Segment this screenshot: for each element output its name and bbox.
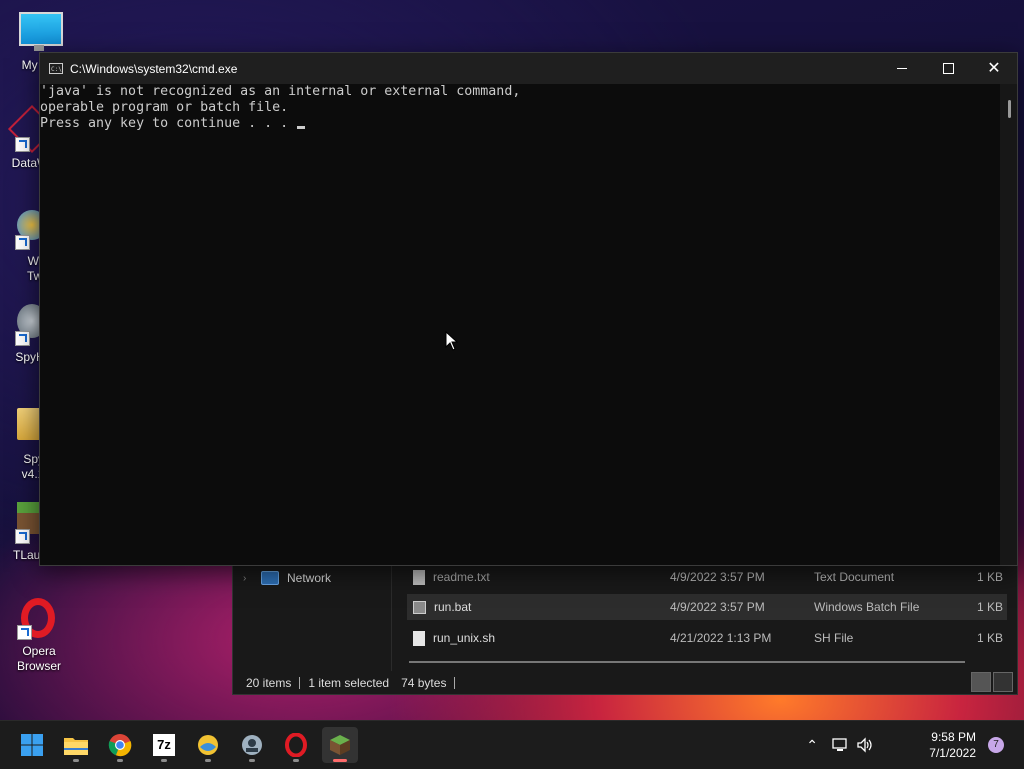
window-title: C:\Windows\system32\cmd.exe [70, 61, 238, 76]
windows-logo-icon [21, 734, 43, 756]
status-selected-count: 1 item selected [308, 676, 390, 690]
shortcut-arrow-icon [15, 235, 30, 250]
status-bar: 20 items 1 item selected 74 bytes [233, 672, 1017, 694]
cmd-window[interactable]: C:\ C:\Windows\system32\cmd.exe ✕ 'java'… [39, 52, 1018, 566]
opera-icon [285, 733, 307, 757]
running-indicator [73, 759, 79, 762]
file-explorer-icon [64, 738, 88, 755]
taskbar-chrome[interactable] [102, 727, 138, 763]
monitor-icon [17, 10, 63, 54]
file-date: 4/21/2022 1:13 PM [670, 631, 772, 645]
sandbox-icon [198, 735, 218, 755]
file-size: 1 KB [977, 631, 1004, 645]
maximize-icon [942, 63, 954, 74]
console-line: 'java' is not recognized as an internal … [40, 84, 521, 99]
nav-item-label: Network [287, 571, 332, 585]
cmd-icon: C:\ [49, 63, 63, 74]
file-name: run.bat [434, 600, 472, 614]
running-indicator [205, 759, 211, 762]
details-view-button[interactable] [971, 672, 991, 692]
minecraft-launcher-icon [330, 735, 350, 755]
taskbar-sandbox[interactable] [190, 727, 226, 763]
desktop-icon-label: Opera Browser [16, 644, 61, 673]
taskbar-minecraft-launcher[interactable] [322, 727, 358, 763]
file-type: Text Document [814, 570, 895, 584]
file-type: SH File [814, 631, 854, 645]
close-icon: ✕ [987, 59, 1001, 77]
running-indicator [161, 759, 167, 762]
volume-icon[interactable] [856, 737, 874, 753]
text-file-icon [413, 569, 425, 585]
horizontal-scrollbar[interactable] [409, 661, 965, 663]
taskbar-spyhunter[interactable] [234, 727, 270, 763]
clock-date: 7/1/2022 [929, 746, 976, 760]
spyhunter-icon [242, 735, 262, 755]
close-button[interactable]: ✕ [971, 53, 1017, 84]
file-size: 1 KB [977, 600, 1004, 614]
vertical-scrollbar[interactable] [1000, 84, 1017, 565]
opera-icon [17, 596, 61, 640]
network-icon [261, 571, 279, 585]
console-output[interactable]: 'java' is not recognized as an internal … [40, 84, 1000, 565]
console-line: Press any key to continue . . . [40, 116, 297, 131]
chevron-up-icon[interactable]: ⌃ [806, 737, 818, 754]
chrome-icon [108, 734, 132, 757]
status-selected-size: 74 bytes [393, 677, 456, 689]
file-icon [413, 630, 425, 646]
network-icon[interactable] [832, 737, 850, 753]
file-explorer-window[interactable]: › Network readme.txt 4/9/2022 3:57 PM Te… [232, 555, 1018, 695]
running-indicator [249, 759, 255, 762]
status-item-count: 20 items [233, 677, 301, 689]
maximize-button[interactable] [925, 53, 971, 84]
scrollbar-thumb[interactable] [1008, 100, 1011, 118]
file-name: run_unix.sh [433, 631, 496, 645]
desktop-icon-opera[interactable]: Opera Browser [0, 596, 78, 674]
running-indicator [117, 759, 123, 762]
taskbar-opera[interactable] [278, 727, 314, 763]
taskbar: 7z ⌃ 9:58 PM 7/1/2022 7 [0, 720, 1024, 769]
taskbar-file-explorer[interactable] [58, 727, 94, 763]
system-tray: ⌃ [806, 721, 874, 769]
minimize-icon [897, 68, 907, 69]
large-icons-view-button[interactable] [993, 672, 1013, 692]
taskbar-7zip[interactable]: 7z [146, 727, 182, 763]
file-size: 1 KB [977, 570, 1004, 584]
console-line: operable program or batch file. [40, 100, 289, 115]
shortcut-arrow-icon [15, 529, 30, 544]
file-row-run-unix-sh[interactable]: run_unix.sh 4/21/2022 1:13 PM SH File 1 … [407, 625, 1007, 651]
shortcut-arrow-icon [15, 331, 30, 346]
shortcut-arrow-icon [15, 137, 30, 152]
running-indicator [293, 759, 299, 762]
file-row-run-bat[interactable]: run.bat 4/9/2022 3:57 PM Windows Batch F… [407, 594, 1007, 620]
clock[interactable]: 9:58 PM 7/1/2022 [929, 729, 976, 761]
text-cursor [297, 126, 306, 129]
notification-badge[interactable]: 7 [988, 737, 1004, 753]
file-row-readme[interactable]: readme.txt 4/9/2022 3:57 PM Text Documen… [407, 564, 1007, 590]
file-date: 4/9/2022 3:57 PM [670, 570, 765, 584]
nav-item-network[interactable]: › Network [243, 571, 331, 585]
navigation-pane: › Network [233, 556, 392, 671]
shortcut-arrow-icon [17, 625, 32, 640]
start-button[interactable] [14, 727, 50, 763]
clock-time: 9:58 PM [931, 730, 976, 744]
running-indicator [333, 759, 347, 762]
file-name: readme.txt [433, 570, 490, 584]
batch-file-icon [413, 600, 426, 614]
file-type: Windows Batch File [814, 600, 920, 614]
minimize-button[interactable] [879, 53, 925, 84]
title-bar[interactable]: C:\ C:\Windows\system32\cmd.exe ✕ [40, 53, 1017, 84]
chevron-right-icon[interactable]: › [243, 573, 253, 584]
7zip-icon: 7z [153, 734, 175, 756]
file-date: 4/9/2022 3:57 PM [670, 600, 765, 614]
